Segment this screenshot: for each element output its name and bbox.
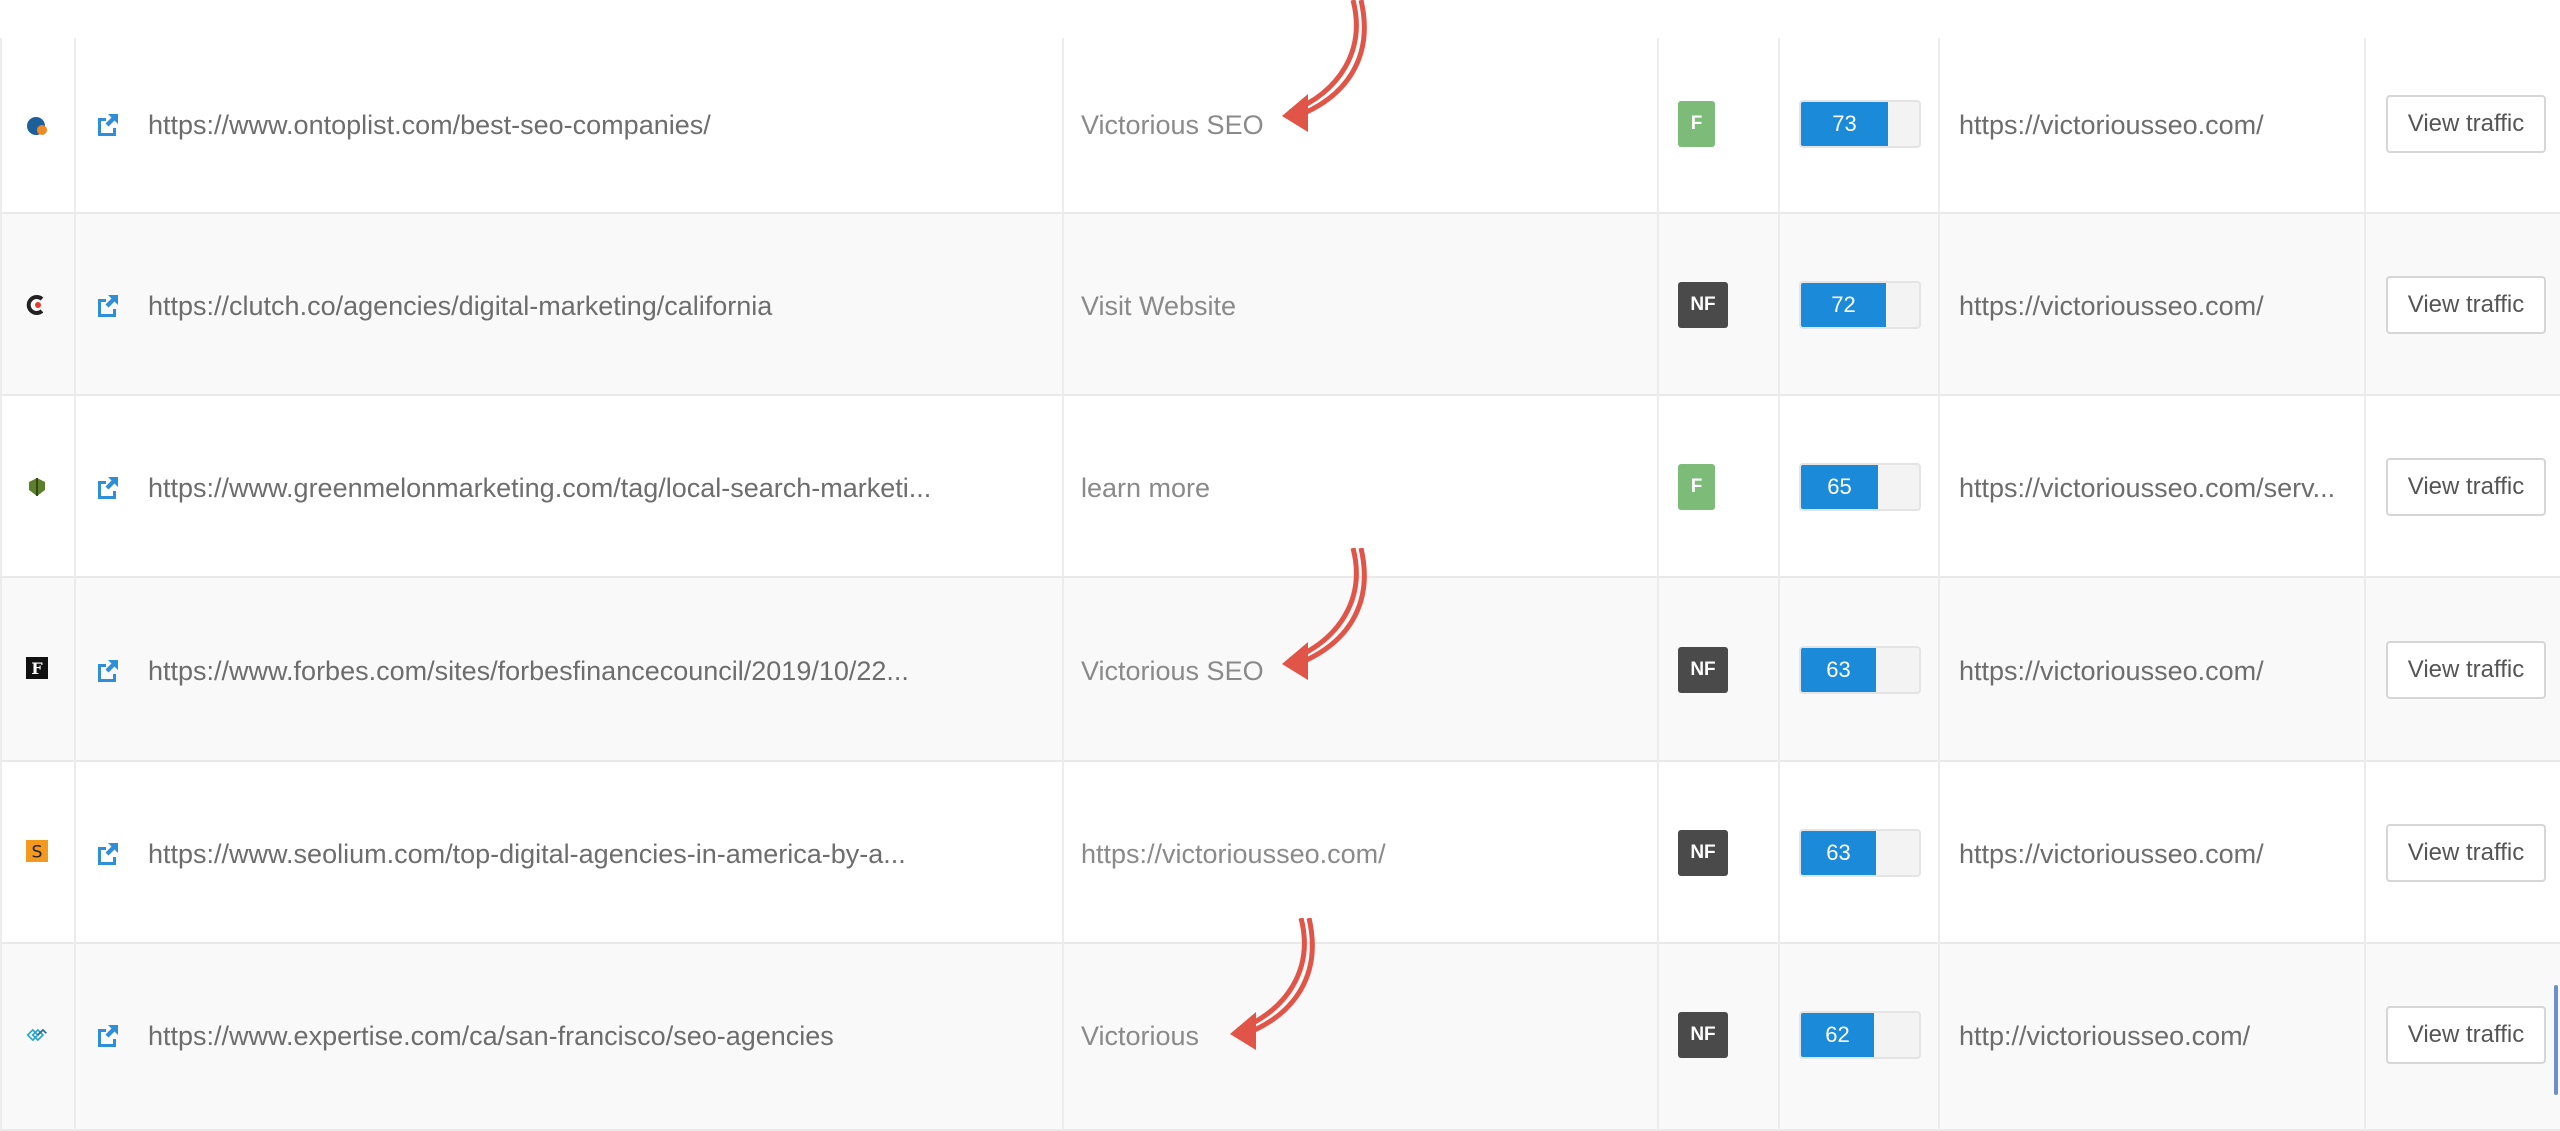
annotation-arrow-icon [1282, 548, 1367, 680]
view-traffic-button[interactable]: View traffic [2386, 458, 2546, 516]
column-divider [1778, 38, 1780, 1131]
anchor-text: Victorious [1081, 1021, 1200, 1051]
domain-rating-bar: 65 [1799, 463, 1921, 511]
domain-rating-bar: 63 [1799, 829, 1921, 877]
domain-rating-value: 63 [1801, 648, 1876, 692]
table-row: https://clutch.co/agencies/digital-marke… [0, 214, 2560, 396]
target-url-link[interactable]: http://victoriousseo.com/ [1959, 1021, 2250, 1052]
target-url-link[interactable]: https://victoriousseo.com/ [1959, 839, 2264, 870]
scrollbar-thumb[interactable] [2554, 985, 2558, 1095]
annotation-arrow-icon [1282, 0, 1367, 132]
domain-rating-value: 72 [1801, 283, 1886, 327]
column-divider [0, 38, 2, 1131]
domain-rating-value: 65 [1801, 465, 1878, 509]
view-traffic-button[interactable]: View traffic [2386, 276, 2546, 334]
source-url-link[interactable]: https://www.expertise.com/ca/san-francis… [148, 1021, 834, 1052]
domain-rating-bar: 73 [1799, 100, 1921, 148]
anchor-text: Visit Website [1081, 291, 1237, 321]
column-divider [2364, 38, 2366, 1131]
domain-rating-bar: 63 [1799, 646, 1921, 694]
svg-text:S: S [32, 842, 43, 862]
column-divider [1657, 38, 1659, 1131]
anchor-text: learn more [1081, 473, 1211, 503]
source-url-link[interactable]: https://clutch.co/agencies/digital-marke… [148, 291, 772, 322]
external-link-icon[interactable] [94, 291, 122, 319]
seolium-favicon-icon: S [26, 840, 48, 862]
ontoplist-favicon-icon [26, 115, 48, 137]
source-url-link[interactable]: https://www.seolium.com/top-digital-agen… [148, 839, 906, 870]
link-type-badge: NF [1678, 1012, 1728, 1058]
view-traffic-button[interactable]: View traffic [2386, 95, 2546, 153]
link-type-badge: F [1678, 464, 1715, 510]
view-traffic-button[interactable]: View traffic [2386, 824, 2546, 882]
external-link-icon[interactable] [94, 1021, 122, 1049]
source-url-link[interactable]: https://www.forbes.com/sites/forbesfinan… [148, 656, 909, 687]
column-divider [74, 38, 76, 1131]
target-url-link[interactable]: https://victoriousseo.com/ [1959, 656, 2264, 687]
domain-rating-bar: 62 [1799, 1011, 1921, 1059]
domain-rating-value: 73 [1801, 102, 1888, 146]
greenmelon-favicon-icon [26, 476, 48, 498]
external-link-icon[interactable] [94, 110, 122, 138]
source-url-link[interactable]: https://www.ontoplist.com/best-seo-compa… [148, 110, 711, 141]
domain-rating-value: 62 [1801, 1013, 1874, 1057]
target-url-link[interactable]: https://victoriousseo.com/serv... [1959, 473, 2335, 504]
anchor-text: Victorious SEO [1081, 656, 1264, 686]
svg-text:F: F [31, 659, 43, 678]
link-type-badge: F [1678, 101, 1715, 147]
external-link-icon[interactable] [94, 473, 122, 501]
column-divider [1062, 38, 1064, 1131]
domain-rating-value: 63 [1801, 831, 1876, 875]
link-type-badge: NF [1678, 647, 1728, 693]
target-url-link[interactable]: https://victoriousseo.com/ [1959, 110, 2264, 141]
external-link-icon[interactable] [94, 839, 122, 867]
view-traffic-button[interactable]: View traffic [2386, 641, 2546, 699]
anchor-text: https://victoriousseo.com/ [1081, 839, 1386, 869]
domain-rating-bar: 72 [1799, 281, 1921, 329]
expertise-favicon-icon [26, 1024, 48, 1046]
annotation-arrow-icon [1230, 918, 1315, 1050]
target-url-link[interactable]: https://victoriousseo.com/ [1959, 291, 2264, 322]
anchor-text: Victorious SEO [1081, 110, 1264, 140]
source-url-link[interactable]: https://www.greenmelonmarketing.com/tag/… [148, 473, 931, 504]
view-traffic-button[interactable]: View traffic [2386, 1006, 2546, 1064]
clutch-favicon-icon [26, 294, 48, 316]
column-divider [1938, 38, 1940, 1131]
link-type-badge: NF [1678, 830, 1728, 876]
link-type-badge: NF [1678, 282, 1728, 328]
forbes-favicon-icon: F [26, 657, 48, 679]
external-link-icon[interactable] [94, 656, 122, 684]
table-row: S https://www.seolium.com/top-digital-ag… [0, 762, 2560, 944]
